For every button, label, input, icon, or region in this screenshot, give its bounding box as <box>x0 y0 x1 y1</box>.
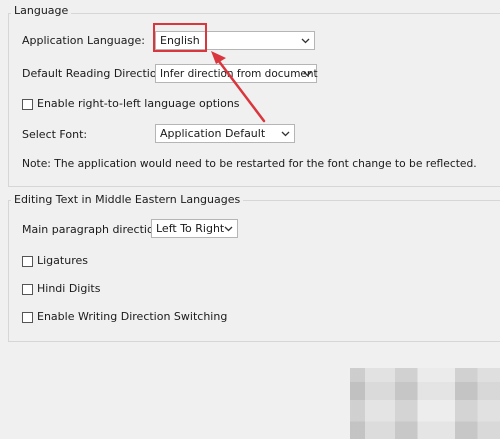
rtl-options-checkbox[interactable] <box>22 99 33 110</box>
ligatures-label[interactable]: Ligatures <box>37 254 88 268</box>
middle-east-group-title: Editing Text in Middle Eastern Languages <box>11 193 244 206</box>
hindi-digits-checkbox[interactable] <box>22 284 33 295</box>
chevron-down-icon[interactable] <box>220 220 237 237</box>
reading-direction-value: Infer direction from document <box>160 68 318 80</box>
hindi-digits-label[interactable]: Hindi Digits <box>37 282 100 296</box>
language-group-title: Language <box>11 4 72 17</box>
ligatures-checkbox[interactable] <box>22 256 33 267</box>
paragraph-direction-label: Main paragraph direction: <box>22 223 165 236</box>
chevron-down-icon[interactable] <box>299 65 316 82</box>
select-font-dropdown[interactable]: Application Default <box>155 124 295 143</box>
blurred-watermark <box>350 368 500 439</box>
reading-direction-label: Default Reading Direction: <box>22 67 168 80</box>
paragraph-direction-value: Left To Right <box>156 222 225 235</box>
writing-direction-label[interactable]: Enable Writing Direction Switching <box>37 310 227 324</box>
paragraph-direction-dropdown[interactable]: Left To Right <box>151 219 238 238</box>
chevron-down-icon[interactable] <box>277 125 294 142</box>
select-font-value: Application Default <box>160 127 266 140</box>
chevron-down-icon[interactable] <box>297 32 314 49</box>
rtl-options-label[interactable]: Enable right-to-left language options <box>37 97 240 111</box>
font-restart-note: Note: The application would need to be r… <box>22 157 477 170</box>
reading-direction-dropdown[interactable]: Infer direction from document <box>155 64 318 83</box>
app-language-label: Application Language: <box>22 34 145 47</box>
writing-direction-checkbox[interactable] <box>22 312 33 323</box>
select-font-label: Select Font: <box>22 128 88 141</box>
annotation-highlight-box <box>153 23 207 52</box>
